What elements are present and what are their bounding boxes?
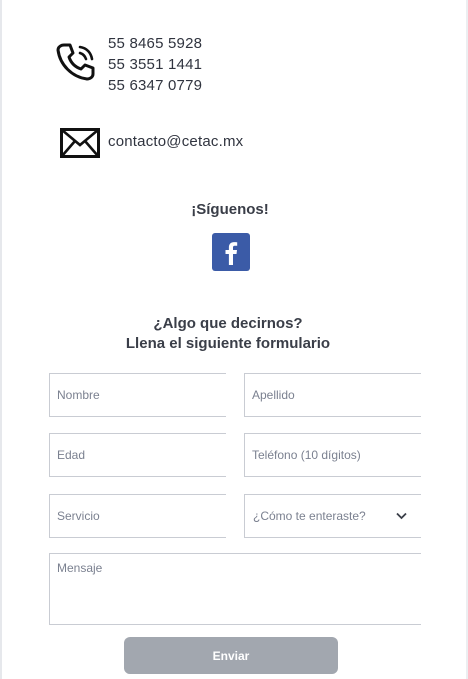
apellido-input[interactable] [245,374,421,416]
phone-call-icon [55,40,97,82]
nombre-field-wrapper [49,373,226,417]
mensaje-textarea[interactable] [50,554,421,624]
phone-numbers: 55 8465 5928 55 3551 1441 55 6347 0779 [108,33,202,96]
facebook-button[interactable] [212,233,250,271]
envelope-icon [60,128,100,158]
submit-button[interactable]: Enviar [124,637,338,674]
phone-number[interactable]: 55 6347 0779 [108,75,202,96]
nombre-input[interactable] [50,374,226,416]
edad-field-wrapper [49,433,226,477]
telefono-input[interactable] [245,434,421,476]
como-te-enteraste-select[interactable]: ¿Cómo te enteraste? [244,494,421,538]
servicio-field-wrapper [49,494,226,538]
email-link[interactable]: contacto@cetac.mx [108,133,243,150]
form-heading: ¿Algo que decirnos? Llena el siguiente f… [0,314,456,354]
chevron-down-icon [396,512,407,520]
apellido-field-wrapper [244,373,421,417]
phone-number[interactable]: 55 8465 5928 [108,33,202,54]
follow-heading: ¡Síguenos! [191,201,269,218]
mensaje-field-wrapper [49,553,421,625]
phone-number[interactable]: 55 3551 1441 [108,54,202,75]
edad-input[interactable] [50,434,226,476]
facebook-icon [225,242,238,265]
servicio-input[interactable] [50,495,226,537]
form-heading-line1: ¿Algo que decirnos? [153,315,303,332]
telefono-field-wrapper [244,433,421,477]
select-value: ¿Cómo te enteraste? [253,509,366,523]
form-heading-line2: Llena el siguiente formulario [125,335,331,352]
